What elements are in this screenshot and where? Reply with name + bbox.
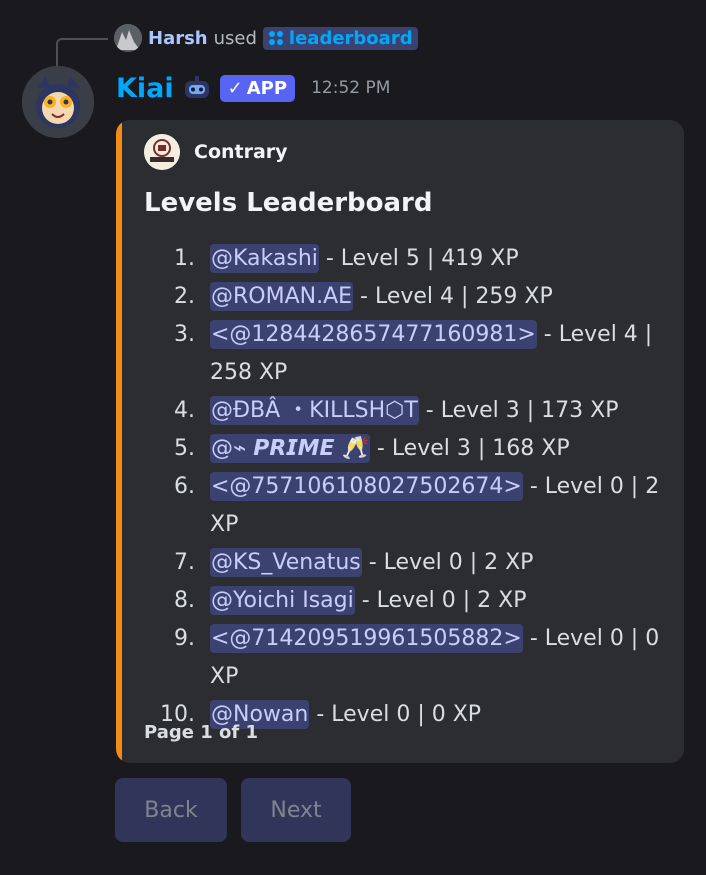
level-stats: - Level 0 | 0 XP	[309, 702, 482, 727]
level-stats: - Level 0 | 2 XP	[354, 588, 527, 613]
user-mention[interactable]: @ĐBÂ ・KILLSH⬡T	[210, 396, 419, 425]
bot-avatar[interactable]	[22, 66, 94, 138]
leaderboard-list: 1. @Kakashi - Level 5 | 419 XP 2. @ROMAN…	[144, 240, 664, 734]
embed-footer: Page 1 of 1	[144, 722, 258, 743]
rank-number: 7.	[174, 550, 195, 575]
rank-number: 3.	[174, 322, 195, 347]
rank-number: 5.	[174, 436, 195, 461]
rank-number: 9.	[174, 626, 195, 651]
user-mention[interactable]: @KS_Venatus	[210, 548, 362, 577]
verified-check-icon: ✓	[227, 77, 243, 99]
embed-title: Levels Leaderboard	[144, 188, 433, 218]
app-badge: ✓ APP	[219, 74, 296, 102]
embed-author-name: Contrary	[194, 141, 288, 163]
level-stats: - Level 3 | 168 XP	[369, 436, 570, 461]
app-badge-label: APP	[246, 77, 288, 99]
leaderboard-row: 4. @ĐBÂ ・KILLSH⬡T - Level 3 | 173 XP	[144, 392, 664, 430]
leaderboard-embed: Contrary Levels Leaderboard 1. @Kakashi …	[116, 120, 684, 763]
level-stats: - Level 5 | 419 XP	[318, 246, 519, 271]
slash-command-pill[interactable]: leaderboard	[262, 26, 418, 50]
rank-number: 4.	[174, 398, 195, 423]
leaderboard-row: 1. @Kakashi - Level 5 | 419 XP	[144, 240, 664, 278]
leaderboard-row: 9. <@714209519961505882> - Level 0 | 0 X…	[144, 620, 664, 696]
user-avatar[interactable]	[114, 24, 142, 52]
interaction-reply: Harsh used leaderboard	[114, 24, 418, 52]
level-stats: - Level 0 | 2 XP	[361, 550, 534, 575]
message-header: Kiai ✓ APP 12:52 PM	[116, 70, 390, 106]
leaderboard-row: 8. @Yoichi Isagi - Level 0 | 2 XP	[144, 582, 664, 620]
bot-name[interactable]: Kiai	[116, 73, 174, 104]
leaderboard-row: 3. <@1284428657477160981> - Level 4 | 25…	[144, 316, 664, 392]
leaderboard-row: 7. @KS_Venatus - Level 0 | 2 XP	[144, 544, 664, 582]
leaderboard-row: 5. @⌁ 𝙋𝙍𝙄𝙈𝙀 🥂 - Level 3 | 168 XP	[144, 430, 664, 468]
back-button[interactable]: Back	[115, 778, 227, 842]
embed-accent-bar	[116, 120, 122, 763]
level-stats: - Level 4 | 259 XP	[353, 284, 553, 309]
user-mention[interactable]: <@714209519961505882>	[210, 624, 523, 653]
app-command-icon	[268, 31, 283, 45]
reply-connector-line	[56, 38, 108, 66]
bot-emoji-icon	[184, 76, 209, 98]
contrary-logo-icon	[144, 134, 180, 170]
user-mention[interactable]: <@1284428657477160981>	[210, 320, 537, 349]
leaderboard-row: 2. @ROMAN.AE - Level 4 | 259 XP	[144, 278, 664, 316]
bot-avatar-icon	[22, 66, 94, 138]
user-mention[interactable]: <@757106108027502674>	[210, 472, 523, 501]
embed-author: Contrary	[144, 134, 288, 170]
user-mention[interactable]: @Kakashi	[210, 244, 319, 273]
level-stats: - Level 3 | 173 XP	[418, 398, 619, 423]
rank-number: 8.	[174, 588, 195, 613]
user-mention[interactable]: @ROMAN.AE	[210, 282, 354, 311]
leaderboard-row: 6. <@757106108027502674> - Level 0 | 2 X…	[144, 468, 664, 544]
user-mention[interactable]: @Yoichi Isagi	[210, 586, 355, 615]
rank-number: 2.	[174, 284, 195, 309]
rank-number: 1.	[174, 246, 195, 271]
message-timestamp[interactable]: 12:52 PM	[311, 78, 390, 98]
server-icon	[144, 134, 180, 170]
next-button[interactable]: Next	[241, 778, 351, 842]
reply-username[interactable]: Harsh	[148, 28, 208, 49]
user-avatar-icon	[114, 24, 142, 52]
command-name: leaderboard	[288, 27, 413, 49]
reply-used-text: used	[213, 27, 257, 49]
user-mention[interactable]: @⌁ 𝙋𝙍𝙄𝙈𝙀 🥂	[210, 434, 370, 463]
rank-number: 6.	[174, 474, 195, 499]
